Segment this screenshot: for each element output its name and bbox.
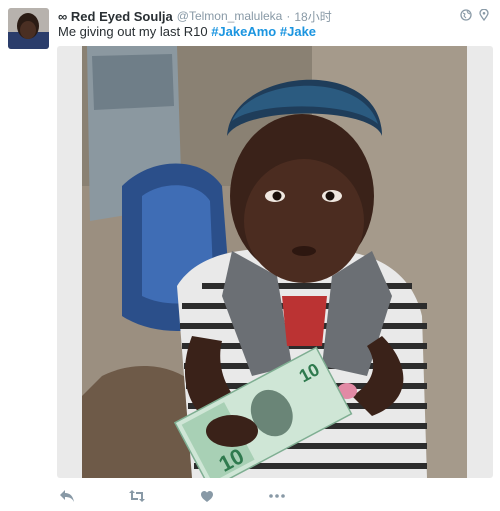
- separator: ·: [286, 9, 291, 23]
- tweet-header: ∞ Red Eyed Soulja @Telmon_maluleka · 18小…: [58, 7, 438, 25]
- author-handle[interactable]: @Telmon_maluleka: [177, 9, 283, 23]
- globe-icon[interactable]: [460, 9, 472, 21]
- reply-button[interactable]: [58, 487, 76, 505]
- tweet-media[interactable]: 10 10: [57, 46, 493, 478]
- tweet-body: Me giving out my last R10: [58, 24, 208, 39]
- like-icon: [201, 490, 213, 502]
- reply-icon: [60, 490, 74, 502]
- location-pin-icon[interactable]: [478, 9, 490, 21]
- tweet-text: Me giving out my last R10 #JakeAmo #Jake: [58, 24, 488, 39]
- retweet-button[interactable]: [128, 487, 146, 505]
- timestamp[interactable]: 18小时: [294, 8, 331, 25]
- tweet: ∞ Red Eyed Soulja @Telmon_maluleka · 18小…: [0, 0, 500, 511]
- photo-child-with-banknote: 10 10: [82, 46, 467, 478]
- author-name[interactable]: ∞ Red Eyed Soulja: [58, 9, 173, 24]
- author-name-text: Red Eyed Soulja: [70, 8, 173, 24]
- tweet-actions: [58, 487, 338, 505]
- header-icons: [460, 9, 490, 21]
- hashtag-link[interactable]: #JakeAmo: [211, 24, 276, 39]
- avatar[interactable]: [8, 8, 49, 49]
- hashtag-link[interactable]: #Jake: [280, 24, 316, 39]
- like-button[interactable]: [198, 487, 216, 505]
- retweet-icon: [129, 490, 145, 502]
- more-button[interactable]: [268, 487, 286, 505]
- author-prefix: ∞: [58, 8, 68, 24]
- more-icon: [269, 494, 285, 498]
